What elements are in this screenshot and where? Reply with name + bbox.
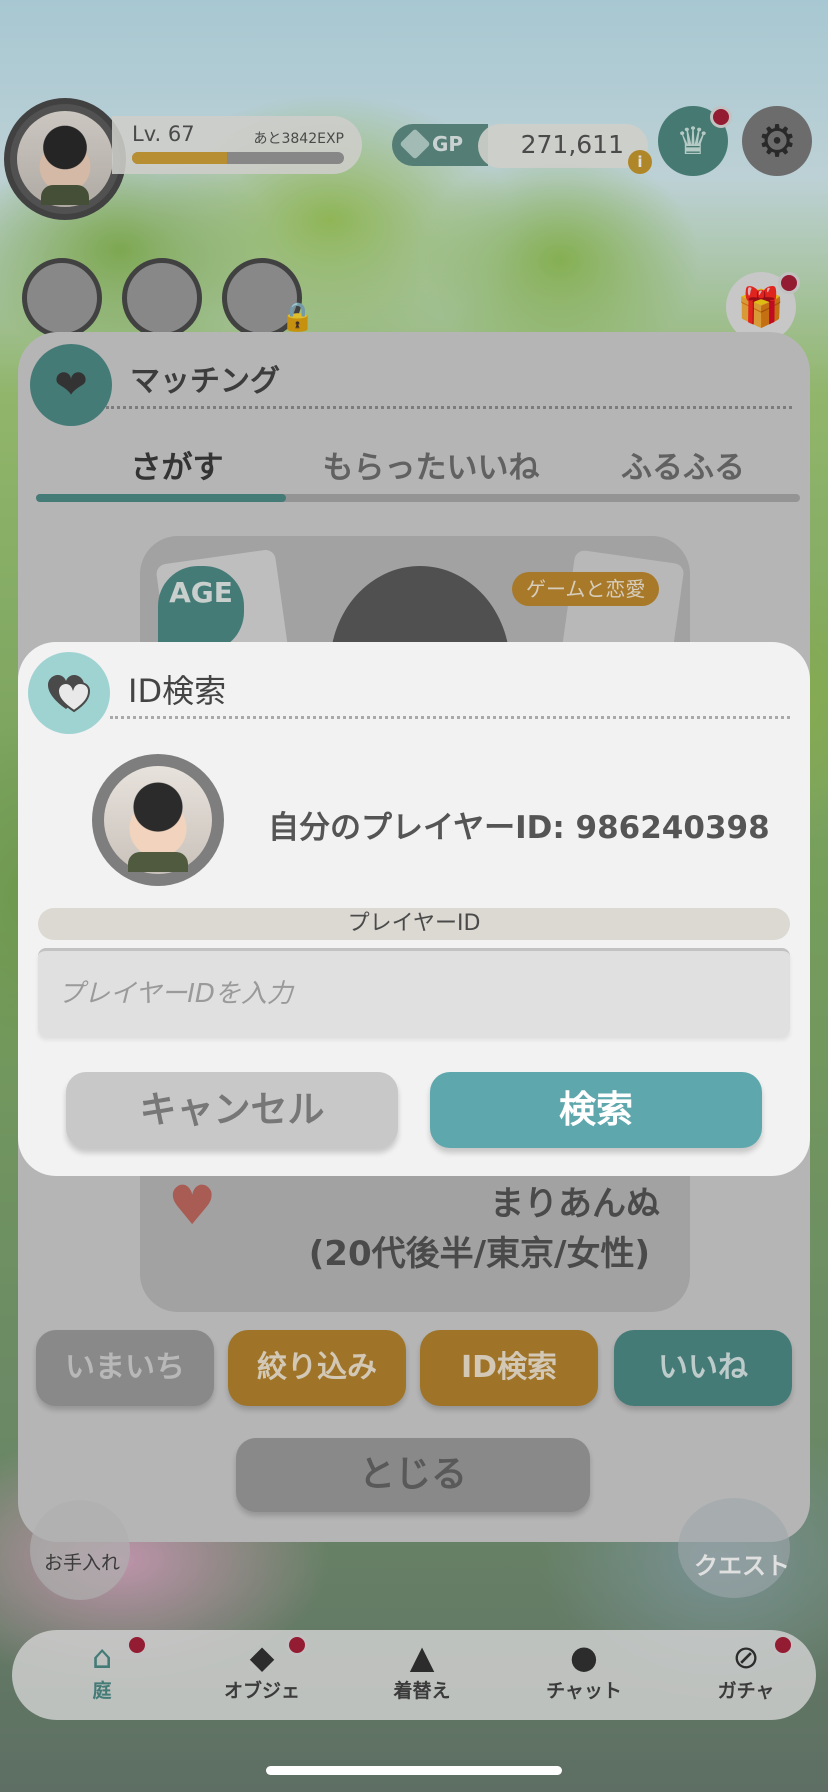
- dialog-title: ID検索: [128, 672, 227, 710]
- avatar-face: [104, 766, 212, 874]
- divider: [110, 716, 790, 719]
- player-id-label: プレイヤーID: [38, 908, 790, 940]
- search-button[interactable]: 検索: [430, 1072, 762, 1148]
- id-search-dialog: ID検索 自分のプレイヤーID: 986240398 プレイヤーID キャンセル…: [18, 642, 810, 1176]
- own-player-id: 自分のプレイヤーID: 986240398: [268, 810, 770, 846]
- home-indicator[interactable]: [266, 1766, 562, 1775]
- own-avatar: [92, 754, 224, 886]
- cancel-button[interactable]: キャンセル: [66, 1072, 398, 1148]
- player-id-input[interactable]: [38, 948, 790, 1036]
- hearts-icon: [28, 652, 110, 734]
